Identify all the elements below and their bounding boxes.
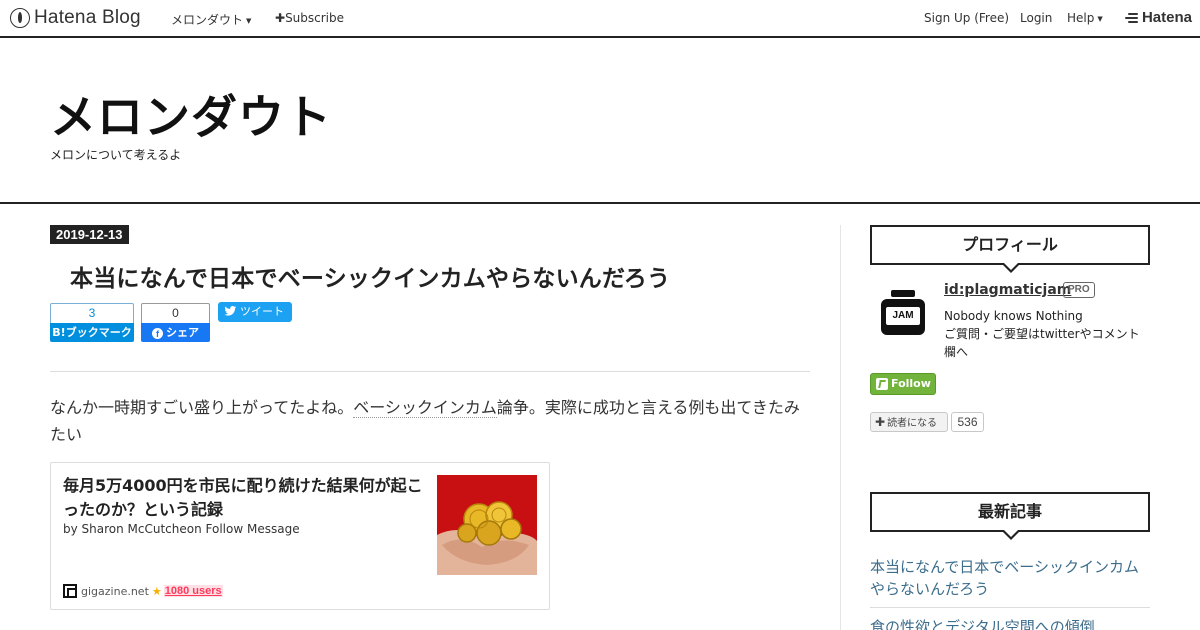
logo-text: Hatena Blog <box>34 7 141 28</box>
subscribe-label: Subscribe <box>285 11 345 25</box>
global-header: Hatena Blog メロンダウト ▼ ✚Subscribe Sign Up (… <box>0 0 1200 38</box>
blog-menu-label: メロンダウト <box>171 13 244 27</box>
hatena-brand-link[interactable]: Hatena <box>1124 9 1192 26</box>
feedly-icon <box>876 378 888 390</box>
blog-title[interactable]: メロンダウト <box>50 81 332 147</box>
keyword-link[interactable]: ベーシックインカム <box>353 398 497 418</box>
embedded-link-card[interactable]: 毎月5万4000円を市民に配り続けた結果何が起こったのか？という記録 by Sh… <box>50 462 550 610</box>
recent-entry-link[interactable]: 食の性欲とデジタル空間への傾倒 <box>870 616 1150 630</box>
star-icon: ★ <box>151 584 162 598</box>
profile-module-heading: プロフィール <box>870 225 1150 273</box>
entry-date[interactable]: 2019-12-13 <box>50 225 129 244</box>
caret-down-icon: ▼ <box>246 17 252 25</box>
facebook-icon: f <box>152 328 163 339</box>
help-label: Help <box>1067 11 1095 25</box>
plus-icon: ✚ <box>875 415 886 429</box>
facebook-share-label-row: f シェア <box>141 323 210 342</box>
embed-title[interactable]: 毎月5万4000円を市民に配り続けた結果何が起こったのか？という記録 <box>63 474 423 522</box>
recent-divider <box>870 607 1150 608</box>
subscribe-link[interactable]: ✚Subscribe <box>275 11 344 25</box>
gold-coins-image <box>437 475 537 575</box>
sidebar-rule <box>840 225 841 630</box>
hatena-brand-label: Hatena <box>1141 9 1192 26</box>
body-text: なんか一時期すごい盛り上がってたよね。 <box>50 398 354 417</box>
plus-icon: ✚ <box>275 11 286 25</box>
tweet-button[interactable]: ツイート <box>218 302 292 322</box>
hatena-bookmark-button[interactable]: 3 B!ブックマーク <box>50 303 134 342</box>
profile-id-link[interactable]: id:plagmaticjam <box>944 282 1071 298</box>
blog-menu[interactable]: メロンダウト ▼ <box>171 11 251 28</box>
subscribe-reader-button[interactable]: ✚ 読者になる <box>870 412 948 432</box>
login-link[interactable]: Login <box>1020 11 1052 25</box>
bookmark-users-badge[interactable]: 1080 users <box>163 585 223 597</box>
reader-count[interactable]: 536 <box>951 412 984 432</box>
hatena-pen-icon <box>10 8 30 28</box>
profile-desc-line: ご質問・ご要望はtwitterやコメント欄へ <box>944 327 1140 359</box>
hatena-blog-logo[interactable]: Hatena Blog <box>10 7 141 29</box>
follow-label: Follow <box>891 377 931 390</box>
facebook-share-button[interactable]: 0 f シェア <box>141 303 210 342</box>
facebook-share-count: 0 <box>141 303 210 323</box>
caret-down-icon: ▼ <box>1097 15 1103 23</box>
blog-description: メロンについて考えるよ <box>50 148 182 162</box>
twitter-bird-icon <box>224 306 237 316</box>
help-menu[interactable]: Help ▼ <box>1067 11 1103 25</box>
entry-body: なんか一時期すごい盛り上がってたよね。ベーシックインカム論争。実際に成功と言える… <box>50 394 810 448</box>
avatar-label: JAM <box>886 307 920 325</box>
embed-description: by Sharon McCutcheon Follow Message <box>63 522 300 536</box>
pro-badge: PRO <box>1063 282 1095 298</box>
reader-label: 読者になる <box>887 418 938 429</box>
profile-desc-line: Nobody knows Nothing <box>944 309 1083 323</box>
entry-divider <box>50 371 810 372</box>
signup-link[interactable]: Sign Up (Free) <box>924 11 1009 25</box>
embed-site-name[interactable]: gigazine.net <box>81 585 149 598</box>
follow-button[interactable]: Follow <box>870 373 936 395</box>
recent-entry-link[interactable]: 本当になんで日本でベーシックインカムやらないんだろう <box>870 556 1150 600</box>
recent-module-heading: 最新記事 <box>870 492 1150 540</box>
entry-title[interactable]: 本当になんで日本でベーシックインカムやらないんだろう <box>70 259 670 293</box>
blog-header: メロンダウト メロンについて考えるよ <box>0 40 1200 204</box>
jam-jar-lid-icon <box>891 290 915 297</box>
facebook-share-label: シェア <box>166 326 199 339</box>
tweet-label: ツイート <box>240 305 284 318</box>
site-favicon-icon <box>63 584 77 598</box>
embed-thumbnail[interactable] <box>437 475 537 575</box>
profile-avatar[interactable]: JAM <box>872 283 934 345</box>
embed-footer: gigazine.net ★ 1080 users <box>63 583 223 599</box>
bookmark-label: B!ブックマーク <box>50 323 134 342</box>
bookmark-count: 3 <box>50 303 134 323</box>
hatena-mark-icon <box>1124 12 1139 24</box>
profile-description: Nobody knows Nothing ご質問・ご要望はtwitterやコメン… <box>944 307 1150 361</box>
